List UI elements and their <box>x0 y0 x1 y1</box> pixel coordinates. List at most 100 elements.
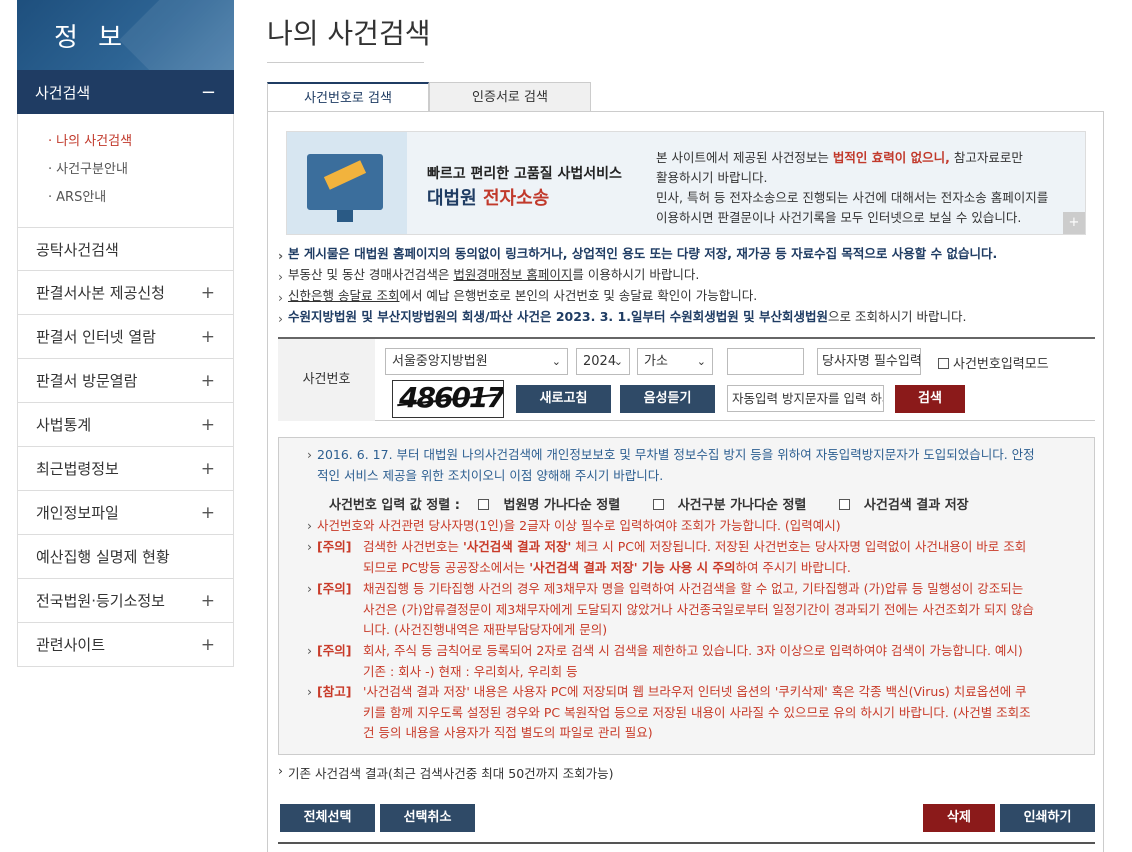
tab-case-number[interactable]: 사건번호로 검색 <box>267 82 429 112</box>
sort-type-checkbox[interactable]: 사건구분 가나다순 정렬 <box>652 498 821 513</box>
party-name-input[interactable]: 당사자명 필수입력 <box>817 348 921 375</box>
input-requirement-notice: 사건번호와 사건관련 당사자명(1인)을 2글자 이상 필수로 입력하여야 조회… <box>307 516 1037 537</box>
sidebar-item-label: 예산집행 실명제 현황 <box>36 548 170 566</box>
select-all-button[interactable]: 전체선택 <box>280 804 375 832</box>
banner-text-1b: 참고자료로만 <box>949 150 1023 165</box>
captcha-input[interactable]: 자동입력 방지문자를 입력 하세요 <box>727 385 884 412</box>
notice-item: 본 게시물은 대법원 홈페이지의 동의없이 링크하거나, 상업적인 용도 또는 … <box>278 243 1098 266</box>
checkbox-label: 사건검색 결과 저장 <box>863 498 969 513</box>
banner-text-emphasis: 법적인 효력이 없으니, <box>832 150 950 165</box>
chevron-down-icon: ⌄ <box>696 355 706 368</box>
checkbox-icon <box>938 358 949 369</box>
sidebar-item-label: 사건검색 <box>35 83 91 102</box>
caution-text-bold: '사건검색 결과 저장' <box>462 539 572 554</box>
captcha-notice: 2016. 6. 17. 부터 대법원 나의사건검색에 개인정보보호 및 무차별… <box>307 445 1037 486</box>
search-guide: 2016. 6. 17. 부터 대법원 나의사건검색에 개인정보보호 및 무차별… <box>278 437 1095 755</box>
sidebar-item-recent-law[interactable]: 최근법령정보 + <box>17 447 234 491</box>
search-button[interactable]: 검색 <box>895 385 965 413</box>
year-select[interactable]: 2024 ⌄ <box>576 348 630 375</box>
refresh-captcha-button[interactable]: 새로고침 <box>516 385 611 413</box>
sidebar-item-judgment-copy[interactable]: 판결서사본 제공신청 + <box>17 271 234 315</box>
case-number-input[interactable] <box>727 348 804 375</box>
expand-icon[interactable]: + <box>201 459 215 479</box>
case-search-form: 사건번호 서울중앙지방법원 ⌄ 2024 ⌄ 가소 ⌄ 당사자명 필수입력 사건번호입… <box>278 337 1095 421</box>
auction-link[interactable]: 법원경매정보 홈페이지 <box>453 267 572 282</box>
notice-text: 수원지방법원 및 부산지방법원의 회생/파산 사건은 2023. 3. 1.일부… <box>288 309 829 324</box>
expand-icon[interactable]: + <box>201 371 215 391</box>
sort-options: 사건번호 입력 값 정렬 : 법원명 가나다순 정렬 사건구분 가나다순 정렬 … <box>329 496 997 517</box>
gavel-monitor-illustration <box>287 132 407 234</box>
case-type-select[interactable]: 가소 ⌄ <box>637 348 713 375</box>
sidebar: 정 보 사건검색 − 나의 사건검색 사건구분안내 ARS안내 공탁사건검색 판… <box>17 0 234 852</box>
expand-icon[interactable]: + <box>201 283 215 303</box>
case-number-label: 사건번호 <box>278 339 375 421</box>
checkbox-label: 사건번호입력모드 <box>953 357 1049 372</box>
delete-button[interactable]: 삭제 <box>923 804 995 832</box>
notice-text: 부동산 및 동산 경매사건검색은 <box>288 267 454 282</box>
case-number-mode-checkbox[interactable]: 사건번호입력모드 <box>938 353 1049 372</box>
shinhan-link[interactable]: 신한은행 송달료 조회 <box>288 288 399 303</box>
sidebar-title: 정 보 <box>54 23 129 53</box>
checkbox-label: 법원명 가나다순 정렬 <box>503 498 621 513</box>
sort-court-checkbox[interactable]: 법원명 가나다순 정렬 <box>478 498 634 513</box>
submenu-case-type-guide[interactable]: 사건구분안내 <box>18 156 233 184</box>
banner-more-icon[interactable]: + <box>1063 212 1085 234</box>
court-select[interactable]: 서울중앙지방법원 ⌄ <box>385 348 568 375</box>
previous-results-label: 기존 사건검색 결과(최근 검색사건중 최대 50건까지 조회가능) <box>278 763 614 782</box>
banner-text-4: 이용하시면 판결문이나 사건기록을 모두 인터넷으로 보실 수 있습니다. <box>656 210 1022 225</box>
sidebar-item-label: 전국법원·등기소정보 <box>36 592 165 610</box>
save-results-checkbox[interactable]: 사건검색 결과 저장 <box>838 498 983 513</box>
submenu-ars-guide[interactable]: ARS안내 <box>18 184 233 212</box>
caution-text: 채권집행 등 기타집행 사건의 경우 제3채무자 명을 입력하여 사건검색을 할… <box>363 581 1034 637</box>
banner-heading-b: 전자소송 <box>482 188 550 209</box>
banner-heading: 대법원 전자소송 <box>427 184 549 210</box>
title-divider <box>267 62 424 63</box>
sidebar-item-judgment-visit[interactable]: 판결서 방문열람 + <box>17 359 234 403</box>
caution-tag: [주의] <box>317 539 352 554</box>
expand-icon[interactable]: + <box>201 415 215 435</box>
expand-icon[interactable]: + <box>201 503 215 523</box>
collapse-icon[interactable]: − <box>201 82 216 103</box>
print-button[interactable]: 인쇄하기 <box>1000 804 1095 832</box>
tab-certificate[interactable]: 인증서로 검색 <box>429 82 591 112</box>
expand-icon[interactable]: + <box>201 327 215 347</box>
caution-item: [주의] 채권집행 등 기타집행 사건의 경우 제3채무자 명을 입력하여 사건… <box>307 579 1037 641</box>
caution-tag: [주의] <box>317 643 352 658</box>
banner-text-1: 본 사이트에서 제공된 사건정보는 <box>656 150 833 165</box>
caution-text: 검색한 사건번호는 <box>363 539 463 554</box>
sidebar-item-label: 판결서사본 제공신청 <box>36 284 165 302</box>
checkbox-icon <box>838 499 850 510</box>
search-tabs: 사건번호로 검색 인증서로 검색 <box>267 82 591 112</box>
checkbox-icon <box>652 499 664 510</box>
banner-text-2: 활용하시기 바랍니다. <box>656 170 768 185</box>
sidebar-header: 정 보 <box>17 0 234 70</box>
sidebar-item-deposit-search[interactable]: 공탁사건검색 <box>17 227 234 271</box>
sidebar-item-label: 최근법령정보 <box>36 460 119 478</box>
submenu-my-case-search[interactable]: 나의 사건검색 <box>18 128 233 156</box>
checkbox-label: 사건구분 가나다순 정렬 <box>677 498 807 513</box>
deselect-button[interactable]: 선택취소 <box>380 804 475 832</box>
banner-description: 본 사이트에서 제공된 사건정보는 법적인 효력이 없으니, 참고자료로만 활용… <box>656 148 1076 228</box>
case-type-select-value: 가소 <box>644 354 668 369</box>
notice-text: 를 이용하시기 바랍니다. <box>572 267 700 282</box>
sidebar-item-case-search[interactable]: 사건검색 − <box>17 70 234 114</box>
sidebar-item-label: 사법통계 <box>36 416 92 434</box>
caution-text: 하여 주시기 바랍니다. <box>735 559 851 575</box>
ecourt-banner[interactable]: 빠르고 편리한 고품질 사법서비스 대법원 전자소송 본 사이트에서 제공된 사… <box>286 131 1086 235</box>
sidebar-item-related-sites[interactable]: 관련사이트 + <box>17 623 234 667</box>
caution-item: [주의] 검색한 사건번호는 '사건검색 결과 저장' 체크 시 PC에 저장됩… <box>307 537 1037 578</box>
banner-heading-a: 대법원 <box>427 188 483 209</box>
caution-text: 회사, 주식 등 금칙어로 등록되어 2자로 검색 시 검색을 제한하고 있습니… <box>363 643 1023 679</box>
sidebar-item-court-info[interactable]: 전국법원·등기소정보 + <box>17 579 234 623</box>
sidebar-item-privacy-file[interactable]: 개인정보파일 + <box>17 491 234 535</box>
sidebar-item-statistics[interactable]: 사법통계 + <box>17 403 234 447</box>
sidebar-item-label: 개인정보파일 <box>36 504 119 522</box>
monitor-stand <box>337 210 353 222</box>
notice-item: 부동산 및 동산 경매사건검색은 법원경매정보 홈페이지를 이용하시기 바랍니다… <box>278 264 1098 287</box>
banner-text-3: 민사, 특허 등 전자소송으로 진행되는 사건에 대해서는 전자소송 홈페이지를 <box>656 190 1049 205</box>
expand-icon[interactable]: + <box>201 591 215 611</box>
audio-captcha-button[interactable]: 음성듣기 <box>620 385 715 413</box>
expand-icon[interactable]: + <box>201 635 215 655</box>
sidebar-item-budget[interactable]: 예산집행 실명제 현황 <box>17 535 234 579</box>
sidebar-item-judgment-online[interactable]: 판결서 인터넷 열람 + <box>17 315 234 359</box>
